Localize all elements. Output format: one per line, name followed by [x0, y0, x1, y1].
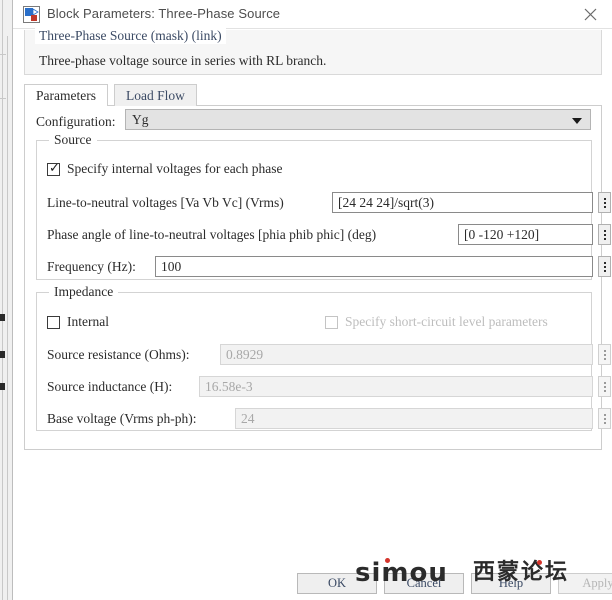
- source-resistance-more-button: [598, 344, 611, 365]
- block-description-legend: Three-Phase Source (mask) (link): [35, 28, 226, 44]
- base-voltage-value: 24: [241, 411, 255, 426]
- phase-angle-more-button[interactable]: [598, 224, 611, 245]
- specify-internal-voltages-checkbox[interactable]: ✓: [47, 160, 60, 176]
- cancel-button[interactable]: Cancel: [384, 573, 464, 594]
- background-window-edge: [0, 0, 12, 600]
- specify-short-circuit-checkbox-row: Specify short-circuit level parameters: [325, 314, 548, 330]
- specify-short-circuit-label: Specify short-circuit level parameters: [345, 314, 548, 329]
- close-icon[interactable]: [568, 0, 612, 29]
- phase-angle-value: [0 -120 +120]: [464, 227, 540, 242]
- help-button-label: Help: [498, 576, 524, 590]
- parameters-panel: Configuration: Yg Source ✓ Specify inter…: [24, 105, 611, 450]
- apply-button-label: Apply: [582, 576, 612, 590]
- tab-parameters[interactable]: Parameters: [24, 84, 108, 106]
- frequency-label: Frequency (Hz):: [47, 259, 136, 274]
- configuration-dropdown[interactable]: Yg: [125, 109, 591, 130]
- source-inductance-input: 16.58e-3: [199, 376, 593, 397]
- line-to-neutral-voltages-input[interactable]: [24 24 24]/sqrt(3): [332, 192, 593, 213]
- cancel-button-label: Cancel: [406, 576, 442, 590]
- configuration-label: Configuration:: [36, 114, 116, 129]
- specify-short-circuit-checkbox: [325, 315, 338, 329]
- frequency-value: 100: [161, 259, 182, 274]
- chevron-down-icon: [572, 118, 582, 124]
- line-to-neutral-voltages-value: [24 24 24]/sqrt(3): [338, 195, 434, 210]
- specify-internal-voltages-label: Specify internal voltages for each phase: [67, 161, 283, 176]
- phase-angle-label: Phase angle of line-to-neutral voltages …: [47, 227, 377, 242]
- simulink-block-icon: [23, 6, 40, 23]
- configuration-value: Yg: [132, 112, 149, 127]
- checkmark-icon: ✓: [49, 160, 60, 176]
- dialog-title: Block Parameters: Three-Phase Source: [47, 6, 281, 21]
- source-inductance-label: Source inductance (H):: [47, 379, 173, 394]
- phase-angle-input[interactable]: [0 -120 +120]: [458, 224, 593, 245]
- source-inductance-value: 16.58e-3: [205, 379, 253, 394]
- source-group-legend: Source: [49, 132, 97, 148]
- source-resistance-input: 0.8929: [220, 344, 593, 365]
- base-voltage-input: 24: [235, 408, 593, 429]
- tab-parameters-label: Parameters: [36, 87, 96, 103]
- tab-load-flow-label: Load Flow: [126, 87, 185, 103]
- line-to-neutral-voltages-label: Line-to-neutral voltages [Va Vb Vc] (Vrm…: [47, 195, 284, 210]
- ok-button[interactable]: OK: [297, 573, 377, 594]
- block-parameters-dialog: Block Parameters: Three-Phase Source Thr…: [12, 0, 612, 600]
- ok-button-label: OK: [327, 576, 347, 590]
- tab-strip: Parameters Load Flow: [24, 84, 602, 106]
- dialog-button-bar: OK Cancel Help Apply: [12, 565, 612, 600]
- internal-checkbox[interactable]: [47, 315, 60, 329]
- specify-internal-voltages-checkbox-row[interactable]: ✓ Specify internal voltages for each pha…: [47, 161, 283, 177]
- apply-button: Apply: [558, 573, 612, 594]
- help-button[interactable]: Help: [471, 573, 551, 594]
- base-voltage-label: Base voltage (Vrms ph-ph):: [47, 411, 197, 426]
- base-voltage-more-button: [598, 408, 611, 429]
- line-to-neutral-voltages-more-button[interactable]: [598, 192, 611, 213]
- impedance-group-legend: Impedance: [49, 284, 119, 300]
- tab-load-flow[interactable]: Load Flow: [114, 84, 197, 106]
- source-resistance-value: 0.8929: [226, 347, 264, 362]
- frequency-input[interactable]: 100: [155, 256, 593, 277]
- internal-label: Internal: [67, 314, 109, 329]
- internal-checkbox-row[interactable]: Internal: [47, 314, 109, 330]
- frequency-more-button[interactable]: [598, 256, 611, 277]
- block-description-text: Three-phase voltage source in series wit…: [39, 53, 327, 68]
- source-resistance-label: Source resistance (Ohms):: [47, 347, 190, 362]
- dialog-titlebar: Block Parameters: Three-Phase Source: [13, 0, 612, 29]
- source-inductance-more-button: [598, 376, 611, 397]
